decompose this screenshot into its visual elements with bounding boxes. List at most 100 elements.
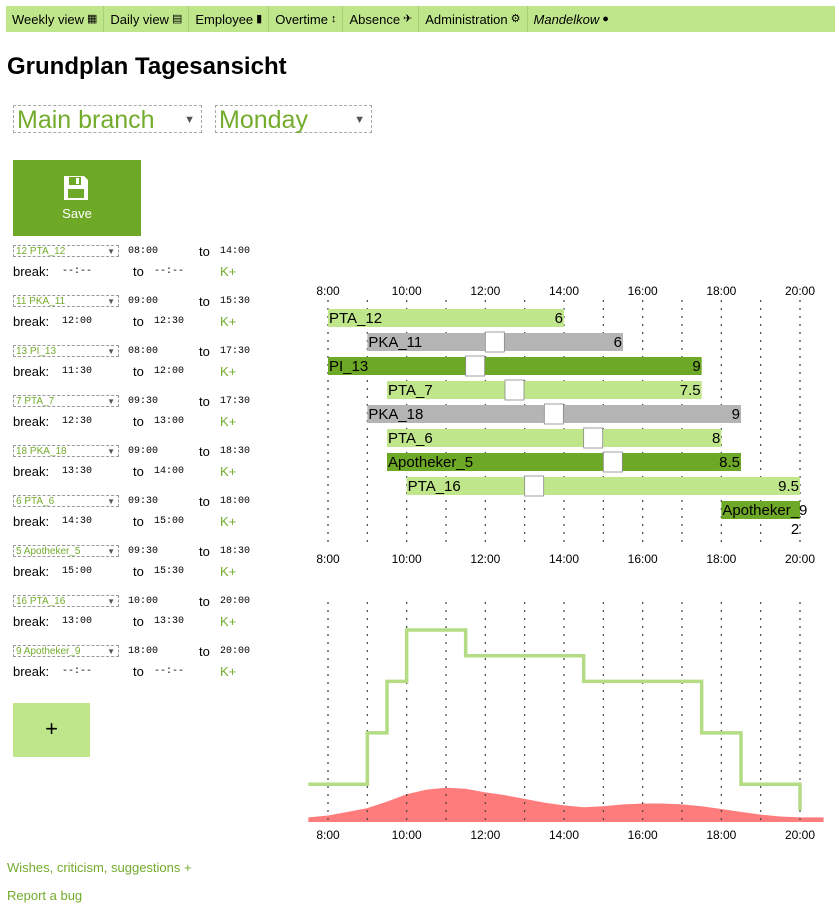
save-button[interactable]: Save (13, 160, 141, 236)
add-break-button[interactable]: K+ (220, 364, 236, 379)
gantt-bar[interactable] (387, 381, 702, 399)
gantt-break-marker[interactable] (602, 451, 623, 473)
add-row-button[interactable]: + (13, 703, 90, 757)
feedback-link[interactable]: Wishes, criticism, suggestions + (7, 860, 192, 875)
gantt-tick-label-bottom: 10:00 (392, 552, 422, 566)
employee-select[interactable]: 13 PI_13 ▼ (13, 345, 119, 357)
report-bug-link[interactable]: Report a bug (7, 888, 82, 903)
to-label: to (133, 464, 144, 479)
gantt-tick-label-top: 20:00 (785, 284, 815, 298)
gantt-break-marker[interactable] (465, 355, 486, 377)
gantt-break-marker[interactable] (504, 379, 525, 401)
break-start[interactable]: 14:30 (62, 516, 92, 527)
add-break-button[interactable]: K+ (220, 514, 236, 529)
break-end[interactable]: --:-- (154, 666, 184, 677)
shift-start[interactable]: 09:30 (128, 496, 158, 507)
break-start[interactable]: 15:00 (62, 566, 92, 577)
branch-select[interactable]: Main branch ▼ (13, 105, 202, 134)
employee-select[interactable]: 16 PTA_16 ▼ (13, 595, 119, 607)
add-break-button[interactable]: K+ (220, 664, 236, 679)
day-select[interactable]: Monday ▼ (215, 105, 372, 134)
employee-select[interactable]: 7 PTA_7 ▼ (13, 395, 119, 407)
gantt-tick-label-top: 8:00 (316, 284, 340, 298)
add-break-button[interactable]: K+ (220, 564, 236, 579)
nav-absence[interactable]: Absence ✈ (343, 6, 420, 32)
nav-user[interactable]: Mandelkow ● (528, 6, 615, 32)
employee-select-value: 5 Apotheker_5 (16, 546, 81, 557)
break-end[interactable]: 13:00 (154, 416, 184, 427)
main-nav: Weekly view ▦ Daily view ▤ Employee ▮ Overt… (6, 6, 835, 32)
break-end[interactable]: 13:30 (154, 616, 184, 627)
shift-end[interactable]: 18:30 (220, 546, 250, 557)
add-break-button[interactable]: K+ (220, 464, 236, 479)
break-start[interactable]: 12:00 (62, 316, 92, 327)
shift-start[interactable]: 10:00 (128, 596, 158, 607)
break-start[interactable]: --:-- (62, 266, 92, 277)
nav-employee[interactable]: Employee ▮ (189, 6, 270, 32)
chevron-down-icon: ▼ (107, 397, 115, 406)
chevron-down-icon: ▼ (107, 597, 115, 606)
roster-gantt-chart: 8:00 8:00 10:00 10:00 12:00 12:00 14:00 14:00 16… (316, 284, 815, 566)
break-end[interactable]: 15:30 (154, 566, 184, 577)
nav-label: Overtime (275, 11, 328, 27)
employee-select[interactable]: 11 PKA_11 ▼ (13, 295, 119, 307)
shift-end[interactable]: 18:00 (220, 496, 250, 507)
break-end[interactable]: 12:00 (154, 366, 184, 377)
shift-end[interactable]: 14:00 (220, 246, 250, 257)
gantt-break-marker[interactable] (484, 331, 505, 353)
staffing-tick-label: 8:00 (316, 828, 340, 842)
shift-end[interactable]: 20:00 (220, 596, 250, 607)
gantt-tick-label-bottom: 12:00 (470, 552, 500, 566)
shift-start[interactable]: 09:00 (128, 296, 158, 307)
add-break-button[interactable]: K+ (220, 614, 236, 629)
shift-start[interactable]: 09:30 (128, 546, 158, 557)
nav-daily-view[interactable]: Daily view ▤ (104, 6, 190, 32)
break-start[interactable]: 13:30 (62, 466, 92, 477)
gantt-bar-label: PTA_16 (408, 478, 461, 495)
employee-select[interactable]: 9 Apotheker_9 ▼ (13, 645, 119, 657)
employee-select[interactable]: 5 Apotheker_5 ▼ (13, 545, 119, 557)
nav-overtime[interactable]: Overtime ↕ (269, 6, 344, 32)
add-break-button[interactable]: K+ (220, 264, 236, 279)
shift-end[interactable]: 20:00 (220, 646, 250, 657)
shift-end[interactable]: 15:30 (220, 296, 250, 307)
shift-start[interactable]: 09:00 (128, 446, 158, 457)
gantt-bar[interactable] (387, 429, 722, 447)
employee-select-value: 13 PI_13 (16, 346, 57, 357)
gantt-break-marker[interactable] (583, 427, 604, 449)
shift-end[interactable]: 17:30 (220, 396, 250, 407)
gantt-bar[interactable] (406, 477, 800, 495)
break-start[interactable]: 13:00 (62, 616, 92, 627)
shift-start[interactable]: 18:00 (128, 646, 158, 657)
gantt-bar-hours: 8.5 (719, 454, 740, 471)
employee-select[interactable]: 18 PKA_18 ▼ (13, 445, 119, 457)
break-start[interactable]: 12:30 (62, 416, 92, 427)
break-start[interactable]: --:-- (62, 666, 92, 677)
shift-start[interactable]: 08:00 (128, 346, 158, 357)
gantt-break-marker[interactable] (524, 475, 545, 497)
employee-select[interactable]: 12 PTA_12 ▼ (13, 245, 119, 257)
break-end[interactable]: 12:30 (154, 316, 184, 327)
break-end[interactable]: 14:00 (154, 466, 184, 477)
gantt-bar[interactable] (328, 357, 702, 375)
shift-end[interactable]: 17:30 (220, 346, 250, 357)
shift-end[interactable]: 18:30 (220, 446, 250, 457)
to-label: to (199, 594, 210, 609)
break-start[interactable]: 11:30 (62, 366, 92, 377)
shift-start[interactable]: 09:30 (128, 396, 158, 407)
add-break-button[interactable]: K+ (220, 314, 236, 329)
to-label: to (199, 344, 210, 359)
break-end[interactable]: --:-- (154, 266, 184, 277)
nav-weekly-view[interactable]: Weekly view ▦ (6, 6, 105, 32)
gantt-bar-label: PTA_7 (388, 382, 433, 399)
employee-select-value: 6 PTA_6 (16, 496, 55, 507)
calendar-icon: ▦ (87, 12, 98, 25)
nav-administration[interactable]: Administration ⚙ (419, 6, 528, 32)
gantt-break-marker[interactable] (543, 403, 564, 425)
shift-start[interactable]: 08:00 (128, 246, 158, 257)
to-label: to (133, 414, 144, 429)
add-break-button[interactable]: K+ (220, 414, 236, 429)
to-label: to (199, 244, 210, 259)
employee-select[interactable]: 6 PTA_6 ▼ (13, 495, 119, 507)
break-end[interactable]: 15:00 (154, 516, 184, 527)
